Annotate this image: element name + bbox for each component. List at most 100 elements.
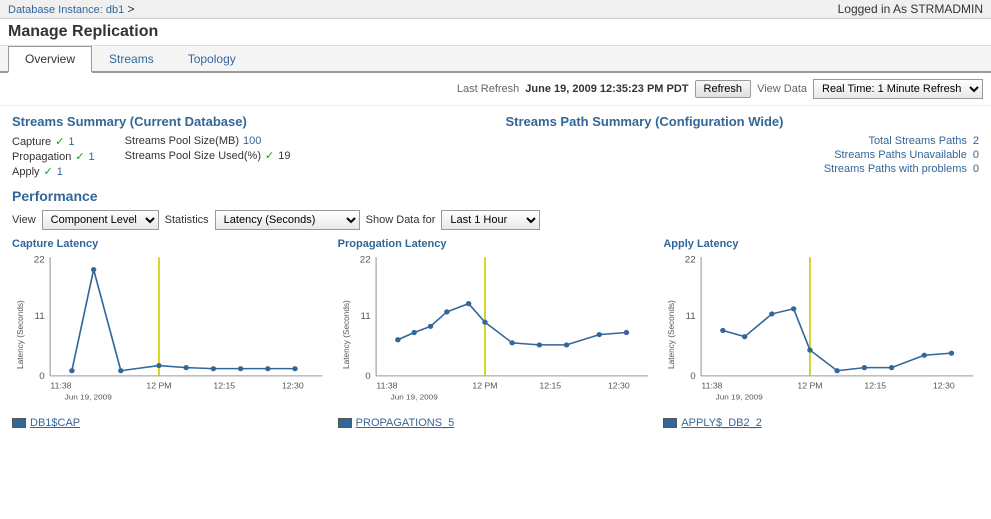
streams-summary-title: Streams Summary (Current Database): [12, 114, 486, 129]
apply-chart: 22 11 0 Latency (Seconds): [663, 252, 979, 412]
svg-text:12 PM: 12 PM: [472, 380, 497, 390]
db-separator: >: [128, 2, 135, 16]
streams-summary-left: Capture ✓ 1 Propagation ✓ 1 Apply ✓ 1: [12, 135, 95, 178]
capture-link[interactable]: 1: [68, 136, 74, 148]
path-rows: Total Streams Paths 2 Streams Paths Unav…: [506, 135, 980, 175]
apply-check: ✓: [44, 165, 53, 178]
propagation-legend: PROPAGATIONS_5: [338, 417, 654, 429]
svg-text:11: 11: [686, 311, 696, 322]
total-paths-label: Total Streams Paths: [868, 135, 966, 147]
propagation-legend-box: [338, 418, 352, 428]
svg-text:11: 11: [360, 311, 370, 322]
pool-size-row: Streams Pool Size(MB) 100: [125, 135, 291, 147]
svg-text:Jun 19, 2009: Jun 19, 2009: [716, 393, 764, 402]
svg-text:Latency (Seconds): Latency (Seconds): [15, 300, 25, 369]
propagation-row: Propagation ✓ 1: [12, 150, 95, 163]
unavailable-paths-label: Streams Paths Unavailable: [834, 149, 967, 161]
svg-text:Latency (Seconds): Latency (Seconds): [340, 300, 350, 369]
content: Streams Summary (Current Database) Captu…: [0, 106, 991, 437]
svg-text:12:15: 12:15: [213, 380, 235, 390]
apply-chart-title: Apply Latency: [663, 238, 979, 250]
streams-summary-right: Streams Pool Size(MB) 100 Streams Pool S…: [125, 135, 291, 178]
total-paths-row: Total Streams Paths 2: [506, 135, 980, 147]
capture-check: ✓: [55, 135, 64, 148]
capture-chart: 22 11 0 Latency (Seconds): [12, 252, 328, 412]
path-summary-title: Streams Path Summary (Configuration Wide…: [506, 114, 980, 129]
streams-summary-rows: Capture ✓ 1 Propagation ✓ 1 Apply ✓ 1: [12, 135, 486, 178]
apply-label: Apply: [12, 166, 40, 178]
capture-legend-label[interactable]: DB1$CAP: [30, 417, 80, 429]
pool-size-label: Streams Pool Size(MB): [125, 135, 239, 147]
capture-label: Capture: [12, 136, 51, 148]
summary-section: Streams Summary (Current Database) Captu…: [12, 114, 979, 178]
svg-text:12 PM: 12 PM: [146, 380, 171, 390]
capture-legend-box: [12, 418, 26, 428]
svg-text:12:30: 12:30: [608, 380, 630, 390]
svg-text:11:38: 11:38: [50, 380, 71, 390]
tab-topology[interactable]: Topology: [171, 46, 253, 73]
refresh-button[interactable]: Refresh: [695, 80, 752, 98]
last-refresh-label: Last Refresh: [457, 83, 519, 95]
svg-text:11: 11: [34, 311, 44, 322]
tab-streams[interactable]: Streams: [92, 46, 171, 73]
performance-title: Performance: [12, 188, 979, 204]
stats-label: Statistics: [165, 214, 209, 226]
toolbar: Last Refresh June 19, 2009 12:35:23 PM P…: [0, 73, 991, 106]
perf-toolbar: View Component Level Database Level Stat…: [12, 210, 979, 230]
apply-legend-box: [663, 418, 677, 428]
svg-text:22: 22: [34, 255, 45, 266]
apply-legend-label[interactable]: APPLY$_DB2_2: [681, 417, 762, 429]
svg-text:12:30: 12:30: [933, 380, 955, 390]
svg-text:12 PM: 12 PM: [798, 380, 823, 390]
db-instance: Database Instance: db1 >: [8, 2, 135, 16]
view-label: View: [12, 214, 36, 226]
apply-row: Apply ✓ 1: [12, 165, 95, 178]
performance-section: Performance View Component Level Databas…: [12, 188, 979, 429]
svg-text:12:15: 12:15: [539, 380, 561, 390]
streams-summary: Streams Summary (Current Database) Captu…: [12, 114, 486, 178]
svg-text:12:15: 12:15: [865, 380, 887, 390]
unavailable-paths-link[interactable]: 0: [973, 149, 979, 161]
tab-overview[interactable]: Overview: [8, 46, 92, 73]
pool-used-check: ✓: [265, 149, 274, 162]
last-refresh-value: June 19, 2009 12:35:23 PM PDT: [525, 83, 688, 95]
stats-select[interactable]: Latency (Seconds) Messages Per Second Me…: [215, 210, 360, 230]
capture-chart-title: Capture Latency: [12, 238, 328, 250]
view-data-select[interactable]: Real Time: 1 Minute Refresh Manual Refre…: [813, 79, 983, 99]
svg-text:0: 0: [365, 371, 370, 382]
unavailable-paths-row: Streams Paths Unavailable 0: [506, 149, 980, 161]
svg-text:Jun 19, 2009: Jun 19, 2009: [390, 393, 438, 402]
page-title: Manage Replication: [0, 19, 991, 46]
view-select[interactable]: Component Level Database Level: [42, 210, 159, 230]
apply-chart-container: Apply Latency 22 11 0 Latency (Seconds): [663, 238, 979, 429]
propagation-link[interactable]: 1: [89, 151, 95, 163]
total-paths-link[interactable]: 2: [973, 135, 979, 147]
capture-legend: DB1$CAP: [12, 417, 328, 429]
path-summary: Streams Path Summary (Configuration Wide…: [506, 114, 980, 178]
propagation-check: ✓: [75, 150, 84, 163]
logged-in: Logged in As STRMADMIN: [838, 2, 983, 16]
pool-used-label: Streams Pool Size Used(%): [125, 150, 261, 162]
svg-text:0: 0: [691, 371, 696, 382]
propagation-legend-label[interactable]: PROPAGATIONS_5: [356, 417, 455, 429]
propagation-chart-container: Propagation Latency 22 11 0 Latency (Sec…: [338, 238, 654, 429]
show-label: Show Data for: [366, 214, 436, 226]
show-select[interactable]: Last 1 Hour Last 24 Hours Last 7 Days: [441, 210, 540, 230]
problems-paths-link[interactable]: 0: [973, 163, 979, 175]
db-instance-link[interactable]: Database Instance: db1: [8, 4, 124, 16]
svg-text:0: 0: [39, 371, 44, 382]
svg-text:22: 22: [359, 255, 370, 266]
svg-text:22: 22: [685, 255, 696, 266]
pool-used-row: Streams Pool Size Used(%) ✓ 19: [125, 149, 291, 162]
apply-legend: APPLY$_DB2_2: [663, 417, 979, 429]
top-bar: Database Instance: db1 > Logged in As ST…: [0, 0, 991, 19]
svg-text:Latency (Seconds): Latency (Seconds): [666, 300, 676, 369]
problems-paths-row: Streams Paths with problems 0: [506, 163, 980, 175]
pool-used-value: 19: [278, 150, 290, 162]
svg-text:12:30: 12:30: [282, 380, 304, 390]
pool-size-link[interactable]: 100: [243, 135, 261, 147]
capture-chart-container: Capture Latency 22 11 0 Latency (Seconds…: [12, 238, 328, 429]
apply-link[interactable]: 1: [57, 166, 63, 178]
propagation-chart: 22 11 0 Latency (Seconds): [338, 252, 654, 412]
view-data-label: View Data: [757, 83, 807, 95]
